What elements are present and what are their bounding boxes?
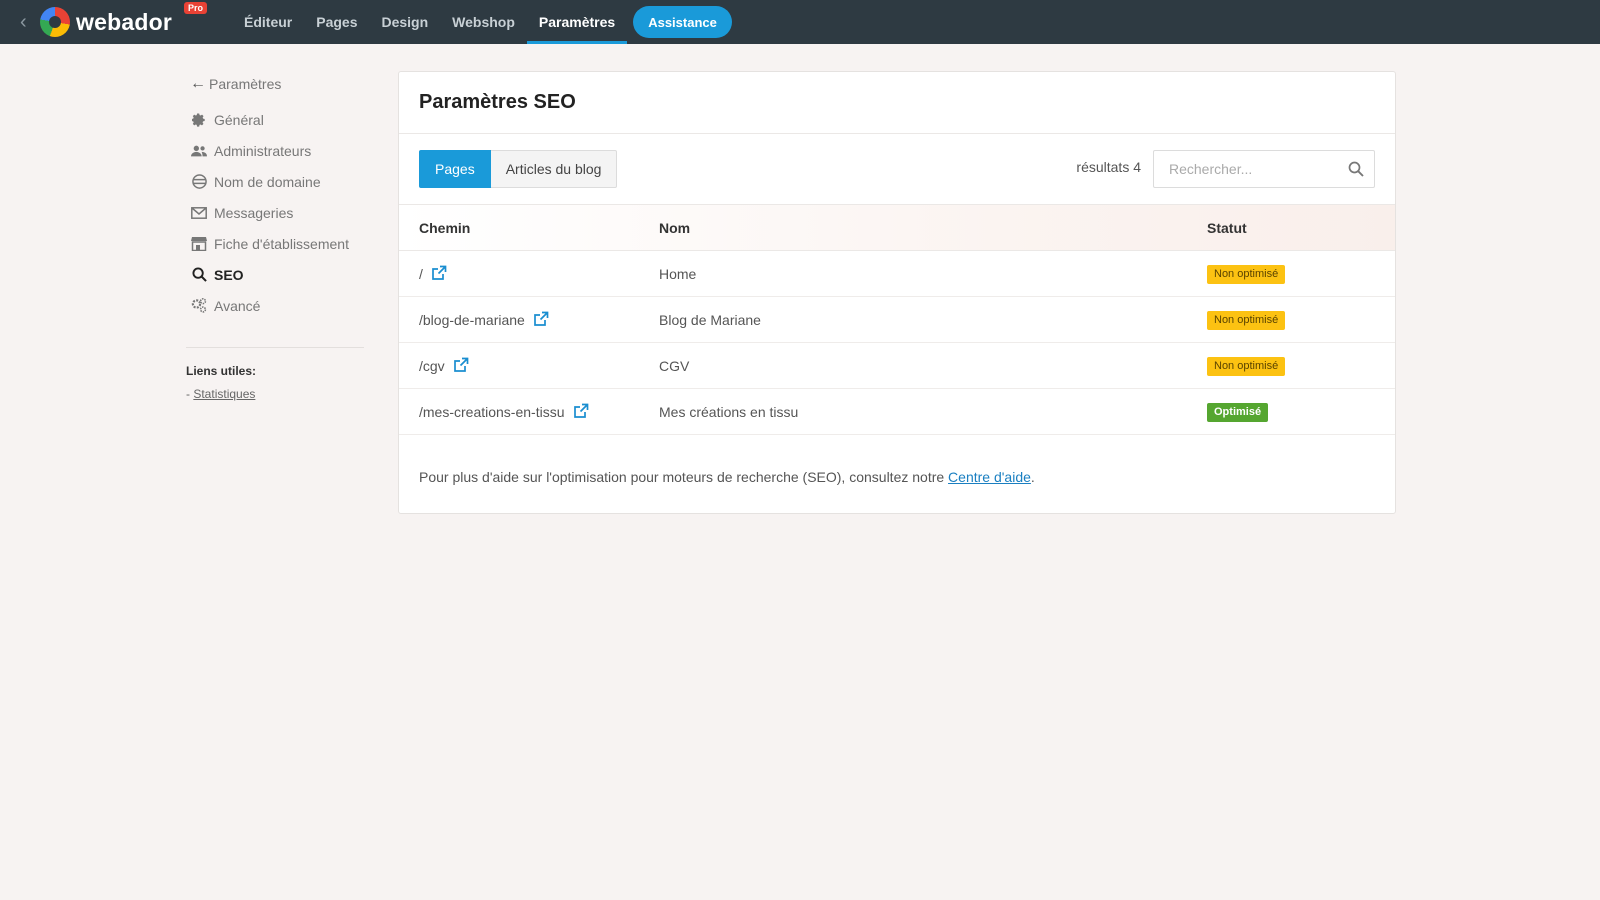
column-header-chemin[interactable]: Chemin <box>399 204 659 251</box>
sidebar-item-label: Nom de domaine <box>214 173 321 190</box>
status-cell: Non optimisé <box>1207 342 1395 389</box>
sidebar-item-label: Messageries <box>214 204 294 221</box>
path-cell: / <box>399 250 659 297</box>
nav-pages[interactable]: Pages <box>304 0 369 44</box>
help-center-link[interactable]: Centre d'aide <box>948 469 1031 485</box>
logo-mark-icon <box>40 7 70 37</box>
seo-pages-table: Chemin Nom Statut / Home Non optimisé /b… <box>399 204 1395 435</box>
sidebar-item-avance[interactable]: Avancé <box>190 290 370 321</box>
results-count: résultats 4 <box>1076 159 1141 175</box>
status-badge: Non optimisé <box>1207 264 1286 284</box>
search-placeholder: Rechercher... <box>1169 161 1253 177</box>
help-text: Pour plus d'aide sur l'optimisation pour… <box>419 469 949 485</box>
sidebar-item-nom-de-domaine[interactable]: Nom de domaine <box>190 166 370 197</box>
sidebar-item-messageries[interactable]: Messageries <box>190 197 370 228</box>
tab-articles-du-blog[interactable]: Articles du blog <box>490 150 618 188</box>
useful-links-title: Liens utiles: <box>186 364 257 378</box>
assistance-button[interactable]: Assistance <box>633 6 732 38</box>
external-link-icon[interactable] <box>533 311 549 327</box>
sidebar-item-fiche-etablissement[interactable]: Fiche d'établissement <box>190 228 370 259</box>
page-path: / <box>419 266 423 282</box>
page-name: Mes créations en tissu <box>659 388 1207 435</box>
back-to-settings-link[interactable]: ← Paramètres <box>190 72 370 96</box>
settings-sidebar: ← Paramètres Général Administrateurs Nom… <box>186 72 370 401</box>
path-cell: /mes-creations-en-tissu <box>399 388 659 435</box>
main-nav: Éditeur Pages Design Webshop Paramètres … <box>232 0 732 44</box>
sidebar-item-label: Fiche d'établissement <box>214 235 349 252</box>
seo-toolbar: Pages Articles du blog résultats 4 Reche… <box>399 134 1395 204</box>
page-path: /cgv <box>419 358 445 374</box>
external-link-icon[interactable] <box>431 265 447 281</box>
nav-design[interactable]: Design <box>369 0 440 44</box>
path-cell: /cgv <box>399 342 659 389</box>
brand-name: webador <box>76 8 172 35</box>
nav-parametres[interactable]: Paramètres <box>526 0 628 44</box>
table-row[interactable]: / Home Non optimisé <box>399 250 1395 297</box>
page-name: CGV <box>659 342 1207 389</box>
top-navigation-bar: ‹ webador Pro Éditeur Pages Design Websh… <box>0 0 1600 44</box>
sidebar-item-label: Avancé <box>214 297 261 314</box>
useful-link-row: - Statistiques <box>186 387 370 401</box>
help-suffix: . <box>1030 469 1035 485</box>
column-header-statut[interactable]: Statut <box>1207 204 1395 251</box>
back-label: Paramètres <box>209 76 282 92</box>
table-row[interactable]: /blog-de-mariane Blog de Mariane Non opt… <box>399 296 1395 343</box>
globe-icon <box>190 173 208 191</box>
status-cell: Non optimisé <box>1207 250 1395 297</box>
table-header-row: Chemin Nom Statut <box>399 204 1395 251</box>
arrow-left-icon: ← <box>190 75 206 92</box>
page-path: /blog-de-mariane <box>419 312 525 328</box>
page-name: Blog de Mariane <box>659 296 1207 343</box>
sidebar-item-label: Administrateurs <box>214 142 312 159</box>
external-link-icon[interactable] <box>573 403 589 419</box>
status-badge: Optimisé <box>1207 402 1269 422</box>
seo-help-note: Pour plus d'aide sur l'optimisation pour… <box>399 435 1395 485</box>
sidebar-item-label: SEO <box>214 266 244 283</box>
table-row[interactable]: /cgv CGV Non optimisé <box>399 342 1395 389</box>
external-link-icon[interactable] <box>453 357 469 373</box>
sidebar-item-seo[interactable]: SEO <box>190 259 370 290</box>
gears-icon <box>190 297 208 315</box>
column-header-nom[interactable]: Nom <box>659 204 1207 251</box>
gear-icon <box>190 111 208 129</box>
status-badge: Non optimisé <box>1207 310 1286 330</box>
sidebar-item-general[interactable]: Général <box>190 104 370 135</box>
status-cell: Non optimisé <box>1207 296 1395 343</box>
statistiques-link[interactable]: Statistiques <box>193 387 255 401</box>
back-chevron-icon[interactable]: ‹ <box>20 12 36 32</box>
page-title: Paramètres SEO <box>399 72 1395 134</box>
search-input[interactable]: Rechercher... <box>1153 150 1375 188</box>
seo-settings-card: Paramètres SEO Pages Articles du blog ré… <box>398 71 1396 514</box>
pro-badge: Pro <box>184 2 208 14</box>
webador-logo[interactable]: webador <box>40 6 172 38</box>
search-icon[interactable] <box>1348 161 1364 177</box>
search-icon <box>190 266 208 284</box>
nav-webshop[interactable]: Webshop <box>440 0 527 44</box>
tab-pages[interactable]: Pages <box>419 150 491 188</box>
table-row[interactable]: /mes-creations-en-tissu Mes créations en… <box>399 388 1395 435</box>
sidebar-divider <box>186 347 364 348</box>
status-badge: Non optimisé <box>1207 356 1286 376</box>
sidebar-item-label: Général <box>214 111 264 128</box>
users-icon <box>190 142 208 160</box>
page-name: Home <box>659 250 1207 297</box>
path-cell: /blog-de-mariane <box>399 296 659 343</box>
page-path: /mes-creations-en-tissu <box>419 404 565 420</box>
sidebar-item-administrateurs[interactable]: Administrateurs <box>190 135 370 166</box>
envelope-icon <box>190 204 208 222</box>
store-icon <box>190 235 208 253</box>
nav-editeur[interactable]: Éditeur <box>232 0 304 44</box>
status-cell: Optimisé <box>1207 388 1395 435</box>
